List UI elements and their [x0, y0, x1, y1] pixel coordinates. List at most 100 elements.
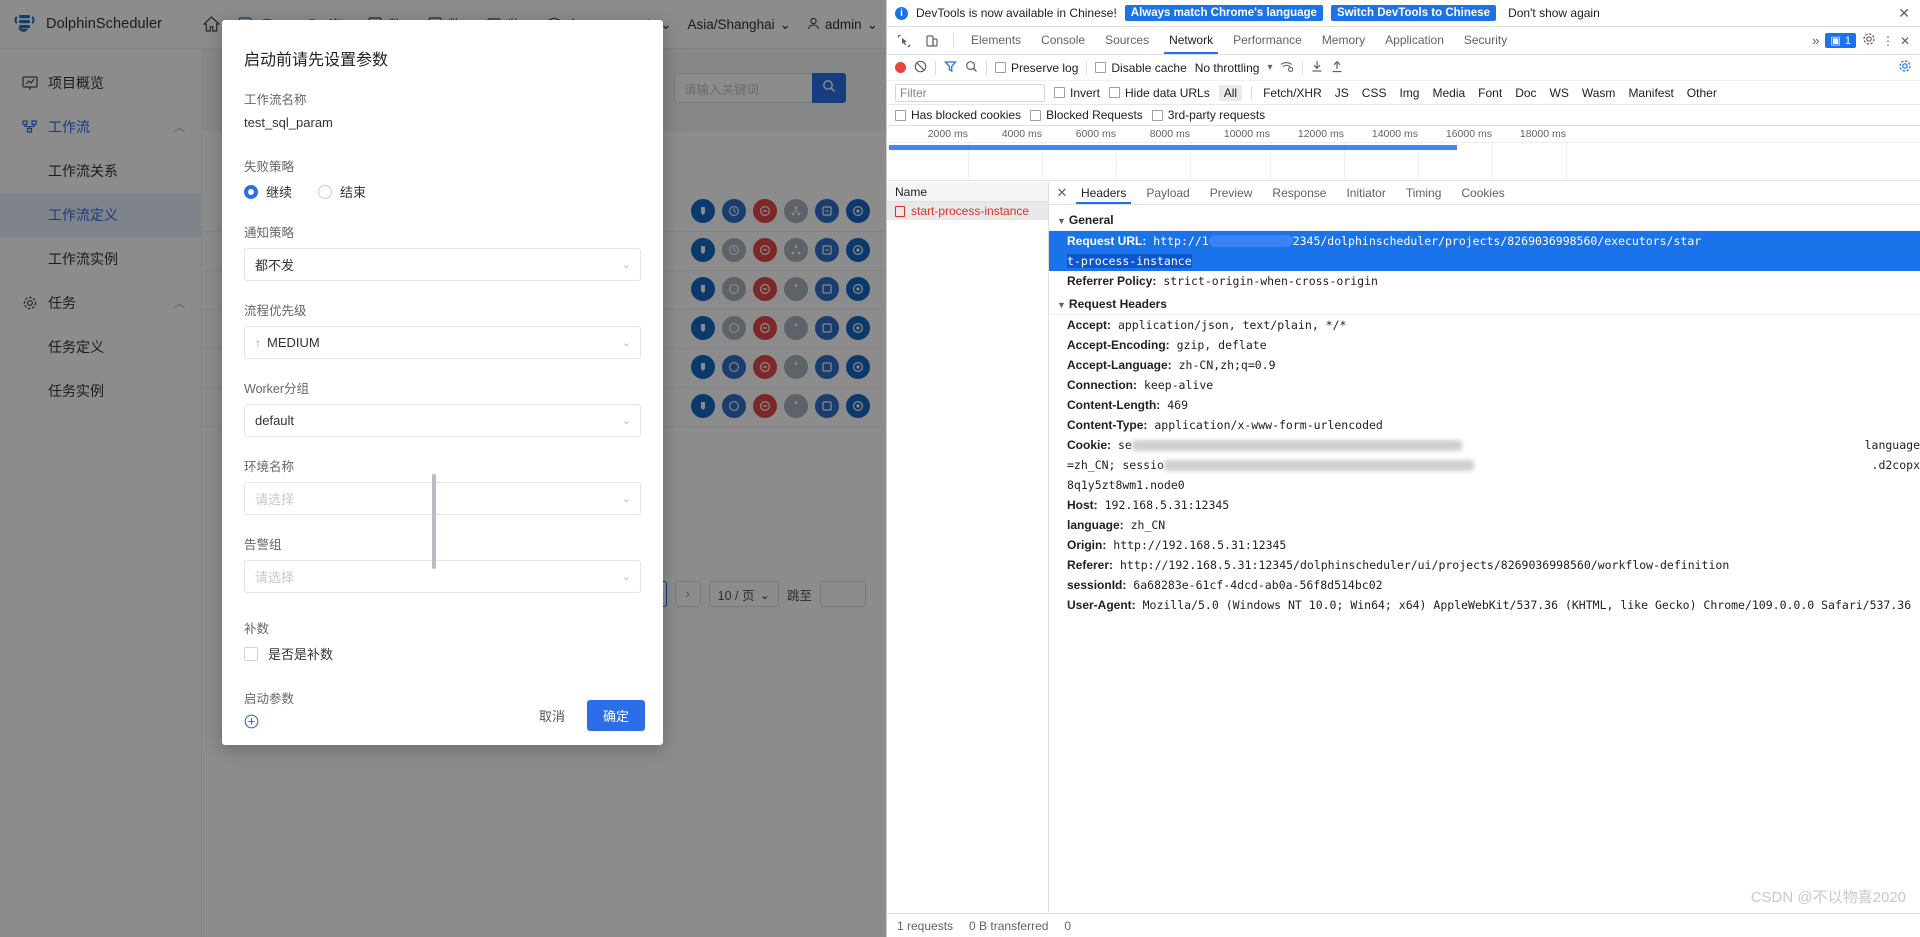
has-blocked-cookies-label: Has blocked cookies	[911, 108, 1022, 122]
request-row-start-process-instance[interactable]: start-process-instance	[887, 202, 1048, 220]
filter-type-js[interactable]: JS	[1333, 86, 1351, 100]
filter-type-doc[interactable]: Doc	[1513, 86, 1538, 100]
import-icon[interactable]	[1311, 60, 1323, 76]
funnel-icon[interactable]	[944, 60, 957, 76]
detail-tab-timing[interactable]: Timing	[1396, 182, 1452, 204]
tick-3: 8000 ms	[1149, 128, 1190, 140]
radio-continue[interactable]: 继续	[244, 182, 292, 201]
preserve-log-checkbox[interactable]: Preserve log	[995, 61, 1078, 75]
detail-tab-initiator[interactable]: Initiator	[1336, 182, 1395, 204]
tab-network[interactable]: Network	[1160, 27, 1222, 54]
confirm-button[interactable]: 确定	[586, 700, 645, 731]
search-icon[interactable]	[965, 60, 978, 76]
worker-group-select[interactable]: default ⌄	[244, 404, 641, 437]
priority-label: 流程优先级	[244, 304, 307, 318]
detail-tab-response[interactable]: Response	[1262, 182, 1336, 204]
header-value: Mozilla/5.0 (Windows NT 10.0; Win64; x64…	[1142, 597, 1912, 612]
export-icon[interactable]	[1331, 60, 1343, 76]
tab-security[interactable]: Security	[1455, 27, 1516, 54]
request-name: start-process-instance	[911, 204, 1030, 218]
header-value: application/json, text/plain, */*	[1117, 317, 1347, 332]
general-section-label: General	[1068, 213, 1114, 227]
tab-performance[interactable]: Performance	[1224, 27, 1311, 54]
invert-checkbox[interactable]: Invert	[1054, 86, 1100, 100]
general-section-header[interactable]: ▼ General	[1049, 210, 1920, 231]
notify-strategy-select[interactable]: 都不发 ⌄	[244, 248, 641, 281]
plus-circle-icon[interactable]	[244, 714, 259, 733]
filter-type-all[interactable]: All	[1218, 84, 1243, 101]
device-toolbar-icon[interactable]	[919, 29, 945, 53]
radio-end[interactable]: 结束	[318, 182, 366, 201]
has-blocked-cookies-checkbox[interactable]: Has blocked cookies	[895, 108, 1021, 122]
third-party-requests-checkbox[interactable]: 3rd-party requests	[1151, 108, 1265, 122]
more-vertical-icon[interactable]: ⋮	[1882, 34, 1894, 48]
filter-type-other[interactable]: Other	[1685, 86, 1719, 100]
gear-icon[interactable]	[1862, 32, 1876, 49]
switch-devtools-to-chinese-button[interactable]: Switch DevTools to Chinese	[1330, 5, 1497, 21]
chevron-down-icon[interactable]: ▾	[1267, 62, 1272, 73]
chevron-down-icon: ⌄	[621, 415, 631, 427]
chevrons-right-icon[interactable]: »	[1812, 33, 1819, 48]
tab-sources[interactable]: Sources	[1096, 27, 1158, 54]
tab-application[interactable]: Application	[1376, 27, 1453, 54]
filter-type-img[interactable]: Img	[1397, 86, 1421, 100]
network-overview-timeline[interactable]: 2000 ms 4000 ms 6000 ms 8000 ms 10000 ms…	[887, 126, 1920, 181]
tab-elements[interactable]: Elements	[962, 27, 1030, 54]
filter-type-media[interactable]: Media	[1430, 86, 1467, 100]
dolphinscheduler-app: DolphinScheduler 项... 资 数	[0, 0, 886, 937]
disable-cache-checkbox[interactable]: Disable cache	[1095, 61, 1187, 75]
request-url-row[interactable]: Request URL: http://1 2345/dolphinschedul…	[1049, 231, 1920, 251]
header-value: application/x-www-form-urlencoded	[1154, 417, 1383, 432]
close-icon[interactable]: ✕	[1900, 34, 1910, 48]
modal-footer: 取消 确定	[529, 700, 645, 731]
record-icon[interactable]	[895, 62, 906, 73]
header-key: Content-Length:	[1067, 397, 1161, 412]
timeline-gridline	[1492, 143, 1493, 180]
header-key: Host:	[1067, 497, 1098, 512]
throttling-select[interactable]: No throttling	[1195, 61, 1260, 75]
detail-tab-headers[interactable]: Headers	[1071, 182, 1136, 204]
wifi-settings-icon[interactable]	[1280, 60, 1294, 76]
filter-type-wasm[interactable]: Wasm	[1580, 86, 1618, 100]
priority-select[interactable]: ↑ MEDIUM ⌄	[244, 326, 641, 359]
clear-icon[interactable]	[914, 60, 927, 76]
header-row-accept: Accept: application/json, text/plain, */…	[1049, 315, 1920, 335]
cancel-button[interactable]: 取消	[529, 701, 575, 730]
close-detail-icon[interactable]: ✕	[1053, 185, 1071, 201]
complement-label: 补数	[244, 622, 270, 636]
header-row-cookie-cont2: 8q1y5zt8wm1.node0	[1049, 475, 1920, 495]
network-settings-icon[interactable]	[1898, 59, 1912, 76]
cookie-cont-1: =zh_CN; sessio	[1067, 457, 1164, 472]
header-value: http://192.168.5.31:12345	[1113, 537, 1287, 552]
detail-tab-preview[interactable]: Preview	[1200, 182, 1263, 204]
header-value: http://192.168.5.31:12345/dolphinschedul…	[1119, 557, 1730, 572]
filter-input[interactable]: Filter	[895, 83, 1045, 102]
referrer-policy-key: Referrer Policy:	[1067, 273, 1157, 288]
filter-type-manifest[interactable]: Manifest	[1626, 86, 1675, 100]
request-detail: ✕ Headers Payload Preview Response Initi…	[1049, 182, 1920, 912]
filter-type-font[interactable]: Font	[1476, 86, 1504, 100]
hide-data-urls-checkbox[interactable]: Hide data URLs	[1109, 86, 1210, 100]
filter-type-fetchxhr[interactable]: Fetch/XHR	[1261, 86, 1324, 100]
request-headers-section-header[interactable]: ▼ Request Headers	[1049, 294, 1920, 315]
dont-show-again-link[interactable]: Don't show again	[1508, 6, 1600, 20]
invert-label: Invert	[1070, 85, 1101, 100]
tab-console[interactable]: Console	[1032, 27, 1094, 54]
workflow-name-label: 工作流名称	[244, 93, 307, 107]
blocked-requests-checkbox[interactable]: Blocked Requests	[1030, 108, 1143, 122]
filter-type-css[interactable]: CSS	[1360, 86, 1389, 100]
detail-tab-cookies[interactable]: Cookies	[1451, 182, 1514, 204]
inspect-element-icon[interactable]	[891, 29, 917, 53]
modal-scrollbar[interactable]	[432, 474, 436, 569]
issues-badge[interactable]: ▣ 1	[1825, 33, 1856, 48]
transferred-size: 0 B transferred	[969, 918, 1049, 933]
alarm-group-select[interactable]: 请选择 ⌄	[244, 560, 641, 593]
close-icon[interactable]: ✕	[1898, 5, 1912, 22]
filter-type-ws[interactable]: WS	[1548, 86, 1571, 100]
tab-memory[interactable]: Memory	[1313, 27, 1374, 54]
environment-select[interactable]: 请选择 ⌄	[244, 482, 641, 515]
chevron-down-icon: ▼	[1057, 300, 1066, 310]
always-match-language-button[interactable]: Always match Chrome's language	[1124, 5, 1323, 21]
detail-tab-payload[interactable]: Payload	[1136, 182, 1199, 204]
complement-checkbox[interactable]: 是否是补数	[244, 644, 641, 663]
